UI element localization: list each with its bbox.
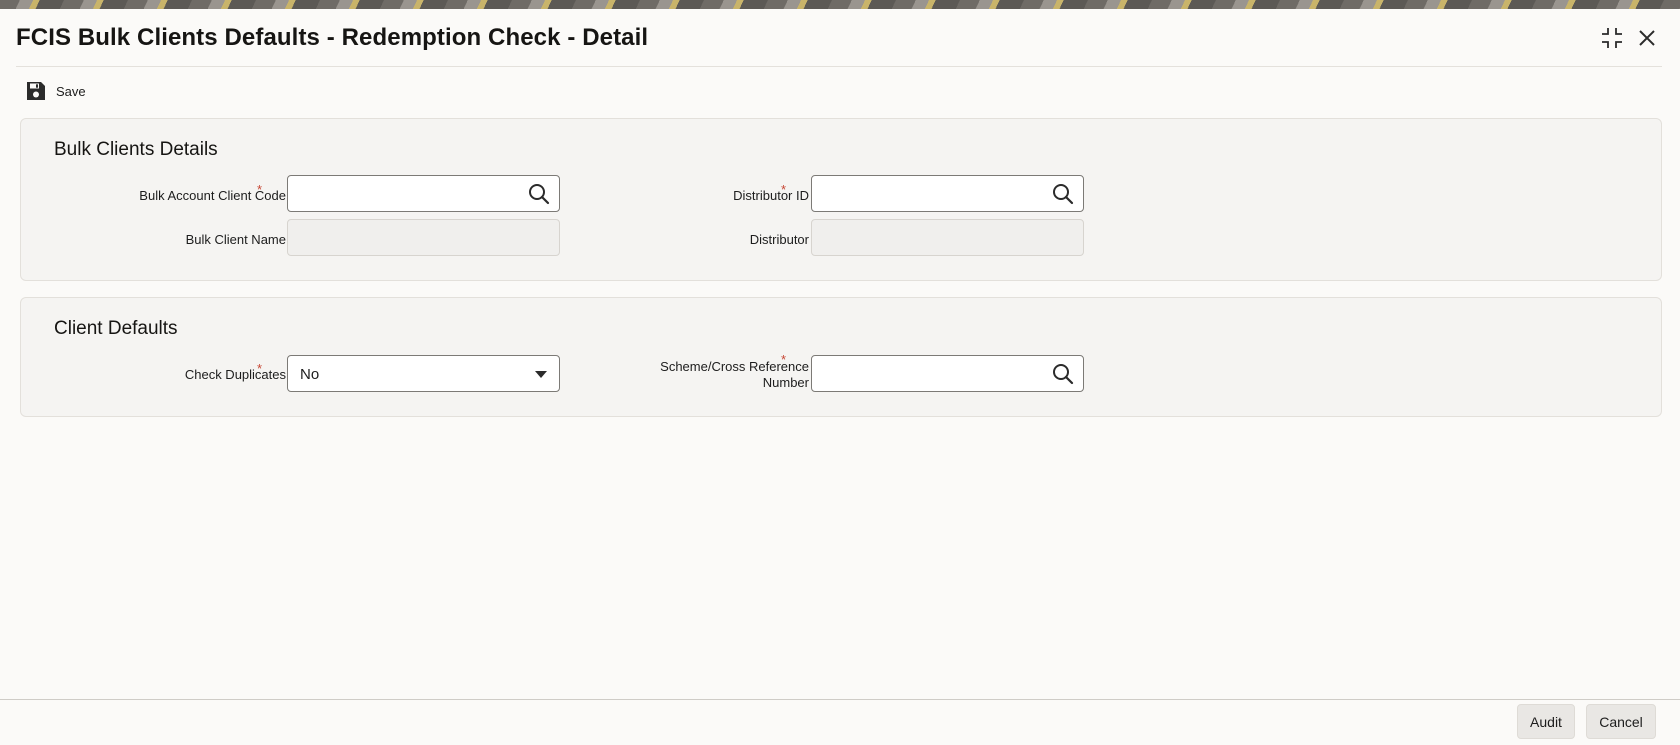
page-title: FCIS Bulk Clients Defaults - Redemption …	[16, 24, 649, 51]
audit-button[interactable]: Audit	[1517, 704, 1575, 739]
save-icon	[27, 82, 45, 100]
client-defaults-title: Client Defaults	[54, 318, 178, 339]
bulk-client-name-field	[287, 219, 560, 256]
bulk-clients-details-title: Bulk Clients Details	[54, 139, 218, 160]
required-marker: *	[257, 361, 263, 376]
required-marker: *	[781, 182, 787, 197]
required-marker: *	[781, 352, 787, 367]
chevron-down-icon	[535, 371, 547, 378]
check-duplicates-select[interactable]: No	[287, 355, 560, 392]
close-icon	[1639, 30, 1655, 46]
bulk-clients-details-panel: Bulk Clients Details Bulk Account Client…	[20, 118, 1662, 281]
save-label: Save	[56, 83, 86, 99]
client-defaults-panel: Client Defaults Check Duplicates * No Sc…	[20, 297, 1662, 417]
save-button[interactable]: Save	[26, 81, 86, 101]
maximize-button[interactable]	[1599, 25, 1625, 51]
scheme-cross-reference-label-line1: Scheme/Cross Reference	[660, 359, 809, 374]
cancel-button[interactable]: Cancel	[1586, 704, 1656, 739]
distributor-id-input[interactable]	[811, 175, 1084, 212]
check-duplicates-value: No	[300, 366, 320, 383]
title-divider	[16, 66, 1662, 67]
search-icon[interactable]	[1052, 363, 1074, 385]
distributor-field	[811, 219, 1084, 256]
check-duplicates-label: Check Duplicates	[184, 367, 286, 382]
footer-divider	[0, 699, 1680, 700]
distributor-label: Distributor	[749, 232, 809, 247]
maximize-icon	[1602, 28, 1622, 48]
scheme-cross-reference-label-line2: Number	[762, 375, 809, 390]
close-button[interactable]	[1634, 25, 1660, 51]
required-marker: *	[257, 182, 263, 197]
scheme-cross-reference-input[interactable]	[811, 355, 1084, 392]
distributor-id-label: Distributor ID	[733, 188, 809, 203]
search-icon[interactable]	[1052, 183, 1074, 205]
top-decorative-strip	[0, 0, 1680, 9]
bulk-client-name-label: Bulk Client Name	[185, 232, 286, 247]
scheme-cross-reference-label: Scheme/Cross Reference Number	[660, 359, 809, 391]
bulk-account-client-code-label: Bulk Account Client Code	[139, 188, 286, 203]
search-icon[interactable]	[528, 183, 550, 205]
bulk-account-client-code-input[interactable]	[287, 175, 560, 212]
